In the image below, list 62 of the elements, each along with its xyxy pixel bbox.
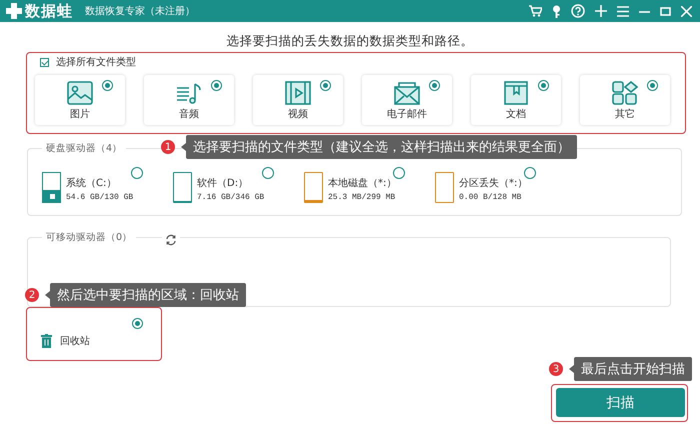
step-number-badge: 2 bbox=[25, 288, 39, 302]
menu-icon[interactable] bbox=[617, 6, 629, 16]
drive-size: 54.6 GB/130 GB bbox=[66, 193, 134, 202]
radio-button[interactable] bbox=[262, 167, 274, 179]
callout-tooltip: 选择要扫描的文件类型（建议全选，这样扫描出来的结果更全面） bbox=[186, 135, 577, 159]
music-note-icon bbox=[176, 81, 202, 105]
step-number-badge: 3 bbox=[549, 362, 563, 376]
group-title: 可移动驱动器（0） bbox=[45, 231, 134, 244]
plus-icon[interactable] bbox=[595, 5, 607, 17]
drive-size: 25.3 MB/299 MB bbox=[328, 193, 396, 202]
file-type-label: 电子邮件 bbox=[387, 108, 427, 121]
file-type-label: 视频 bbox=[288, 108, 308, 121]
app-name: 数据蛙 bbox=[25, 2, 73, 20]
document-icon bbox=[503, 81, 529, 105]
refresh-icon[interactable] bbox=[165, 234, 177, 246]
maximize-icon[interactable] bbox=[660, 6, 671, 16]
radio-button[interactable] bbox=[538, 80, 549, 91]
key-icon[interactable] bbox=[552, 4, 561, 18]
radio-button[interactable] bbox=[524, 167, 536, 179]
file-type-card[interactable]: 视频 bbox=[253, 75, 343, 125]
scan-button[interactable]: 扫描 bbox=[556, 388, 685, 417]
file-type-card[interactable]: 电子邮件 bbox=[362, 75, 452, 125]
film-icon bbox=[285, 81, 311, 105]
file-type-card[interactable]: 图片 bbox=[35, 75, 125, 125]
window-subtitle: 数据恢复专家（未注册） bbox=[85, 4, 195, 18]
file-type-label: 文档 bbox=[506, 108, 526, 121]
close-icon[interactable] bbox=[681, 6, 692, 16]
group-title: 硬盘驱动器（4） bbox=[45, 142, 124, 155]
callout-tooltip: 最后点击开始扫描 bbox=[574, 357, 692, 381]
cross-logo-icon bbox=[6, 3, 22, 19]
drive-name: 系统（C:） bbox=[66, 176, 118, 190]
file-type-label: 图片 bbox=[70, 108, 90, 121]
radio-button[interactable] bbox=[131, 167, 143, 179]
radio-button[interactable] bbox=[429, 80, 440, 91]
shapes-icon bbox=[612, 81, 638, 105]
file-type-label: 音频 bbox=[179, 108, 199, 121]
cart-icon[interactable] bbox=[529, 5, 542, 17]
page-heading: 选择要扫描的丢失数据的数据类型和路径。 bbox=[226, 33, 474, 49]
drive-name: 分区丢失（*:） bbox=[459, 176, 528, 190]
drive-size: 7.16 GB/346 GB bbox=[197, 193, 264, 202]
drive-name: 软件（D:） bbox=[197, 177, 250, 190]
help-icon[interactable] bbox=[571, 4, 585, 18]
radio-button[interactable] bbox=[132, 318, 143, 329]
radio-button[interactable] bbox=[647, 80, 658, 91]
radio-button[interactable] bbox=[393, 167, 405, 179]
callout-tooltip: 然后选中要扫描的区域：回收站 bbox=[50, 283, 246, 307]
checkbox-label: 选择所有文件类型 bbox=[56, 56, 136, 69]
radio-button[interactable] bbox=[102, 80, 113, 91]
radio-button[interactable] bbox=[211, 80, 222, 91]
drive-size: 0.00 B/128 MB bbox=[459, 193, 522, 202]
image-icon bbox=[67, 81, 93, 105]
file-type-card[interactable]: 音频 bbox=[144, 75, 234, 125]
checkbox[interactable] bbox=[40, 58, 49, 66]
step-number-badge: 1 bbox=[161, 140, 175, 154]
location-label: 回收站 bbox=[60, 334, 90, 348]
file-type-card[interactable]: 文档 bbox=[471, 75, 561, 125]
trash-icon bbox=[41, 334, 52, 348]
file-type-label: 其它 bbox=[615, 108, 635, 121]
radio-button[interactable] bbox=[320, 80, 331, 91]
envelope-icon bbox=[394, 81, 420, 105]
drive-name: 本地磁盘（*:） bbox=[328, 176, 396, 190]
file-type-card[interactable]: 其它 bbox=[580, 75, 670, 125]
